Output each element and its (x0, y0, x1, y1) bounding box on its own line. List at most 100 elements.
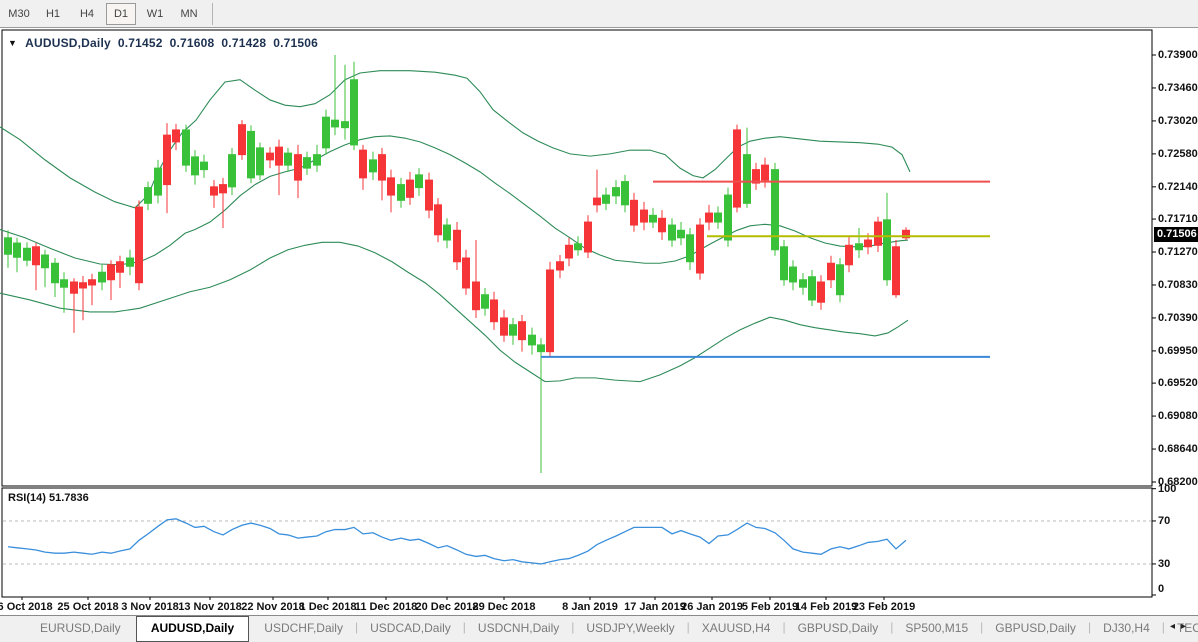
candle-body (649, 214, 657, 223)
candle-body (135, 206, 143, 284)
candle-body (733, 129, 741, 208)
candle-body (51, 262, 59, 284)
date-axis-label: 23 Feb 2019 (852, 601, 916, 613)
tab-xauusd-h4[interactable]: XAUUSD,H4 (690, 617, 783, 640)
candle-body (238, 124, 246, 156)
candle-body (116, 261, 124, 273)
candle-body (528, 334, 536, 346)
candle-body (191, 156, 199, 176)
candle-body (350, 79, 358, 146)
ohlc-high: 0.71608 (169, 36, 215, 50)
candle-body (79, 282, 87, 289)
timeframe-button-mn[interactable]: MN (174, 3, 204, 25)
toolbar-separator (212, 2, 213, 25)
candle-body (341, 121, 349, 129)
candle-body (612, 187, 620, 197)
symbol-tabbar: EURUSD,Daily|AUDUSD,Daily|USDCHF,Daily|U… (0, 615, 1198, 642)
candle-body (462, 257, 470, 289)
date-axis-label: 25 Oct 2018 (57, 601, 119, 613)
candle-body (724, 194, 732, 241)
candle-body (98, 271, 106, 283)
candle-body (228, 154, 236, 188)
candle-body (518, 321, 526, 341)
candle-body (817, 281, 825, 303)
price-axis-label: 0.71270 (1158, 246, 1198, 259)
candle-body (808, 276, 816, 301)
candle-body (322, 116, 330, 149)
candle-body (154, 167, 162, 196)
candle-body (88, 279, 96, 286)
candle-body (126, 257, 134, 267)
timeframe-button-m30[interactable]: M30 (4, 3, 34, 25)
tab-gbpusd-daily[interactable]: GBPUSD,Daily (786, 617, 891, 640)
candle-body (556, 261, 564, 271)
tab-usdcad-daily[interactable]: USDCAD,Daily (358, 617, 463, 640)
price-axis-label: 0.69950 (1158, 344, 1198, 357)
price-axis-label: 0.69080 (1158, 410, 1198, 423)
candle-body (60, 279, 68, 288)
price-axis-label: 0.72580 (1158, 147, 1198, 160)
candle-body (789, 266, 797, 283)
price-axis-label: 0.68640 (1158, 443, 1198, 456)
candle-body (387, 177, 395, 196)
candle-body (163, 134, 171, 186)
date-axis-label: 14 Feb 2019 (794, 601, 858, 613)
candle-body (200, 161, 208, 171)
timeframe-button-d1[interactable]: D1 (106, 2, 136, 25)
date-axis-label: 16 Oct 2018 (0, 601, 53, 613)
rsi-axis-label: 30 (1158, 557, 1171, 570)
date-axis-label: 13 Nov 2018 (178, 601, 242, 613)
tab-usdcnh-daily[interactable]: USDCNH,Daily (466, 617, 571, 640)
candle-body (70, 281, 78, 294)
candle-body (761, 164, 769, 181)
candle-body (303, 157, 311, 169)
candle-body (359, 149, 367, 179)
candle-body (313, 154, 321, 166)
tab-scroll-right-icon[interactable]: ▸ (1181, 621, 1192, 632)
candle-body (284, 152, 292, 166)
candle-body (668, 224, 676, 241)
candle-body (406, 179, 414, 198)
price-axis-label: 0.70830 (1158, 278, 1198, 291)
candle-body (640, 209, 648, 223)
candle-body (864, 239, 872, 248)
rsi-axis-label: 0 (1158, 583, 1165, 595)
timeframe-toolbar: M30 H1 H4 D1 W1 MN (0, 0, 1198, 28)
candle-body (481, 294, 489, 309)
candle-body (621, 181, 629, 206)
candle-body (546, 269, 554, 353)
candle-body (294, 154, 302, 181)
tab-eurusd-daily[interactable]: EURUSD,Daily (28, 617, 133, 640)
candle-body (107, 264, 115, 281)
date-axis-label: 22 Nov 2018 (241, 601, 305, 613)
date-axis-label: 1 Dec 2018 (299, 601, 357, 613)
tab-usdchf-daily[interactable]: USDCHF,Daily (252, 617, 355, 640)
tab-sp500-m15[interactable]: SP500,M15 (893, 617, 980, 640)
candle-body (443, 224, 451, 241)
price-axis-label: 0.73020 (1158, 114, 1198, 127)
candle-body (509, 324, 517, 336)
timeframe-button-h1[interactable]: H1 (38, 3, 68, 25)
candle-body (630, 199, 638, 226)
chart-canvas[interactable] (0, 28, 1198, 615)
date-axis-label: 3 Nov 2018 (121, 601, 179, 613)
timeframe-button-h4[interactable]: H4 (72, 3, 102, 25)
chart-window: ▼ AUDUSD,Daily 0.71452 0.71608 0.71428 0… (0, 28, 1198, 615)
candle-body (331, 119, 339, 128)
candle-body (247, 130, 255, 179)
candle-body (41, 254, 49, 269)
tab-scroll-left-icon[interactable]: ◂ (1170, 621, 1181, 632)
candle-body (565, 244, 573, 259)
price-axis-label: 0.73460 (1158, 81, 1198, 94)
tab-gbpusd-daily[interactable]: GBPUSD,Daily (983, 617, 1088, 640)
candle-body (677, 229, 685, 239)
tab-dj30-h4[interactable]: DJ30,H4 (1091, 617, 1162, 640)
candle-body (219, 184, 227, 194)
timeframe-button-w1[interactable]: W1 (140, 3, 170, 25)
candle-body (500, 317, 508, 336)
tab-usdjpy-weekly[interactable]: USDJPY,Weekly (574, 617, 686, 640)
candle-body (537, 344, 545, 353)
tab-scroll-arrows: ◂▸ (1170, 621, 1192, 632)
tab-audusd-daily[interactable]: AUDUSD,Daily (135, 616, 250, 642)
symbol-dropdown-icon[interactable]: ▼ (8, 38, 17, 48)
